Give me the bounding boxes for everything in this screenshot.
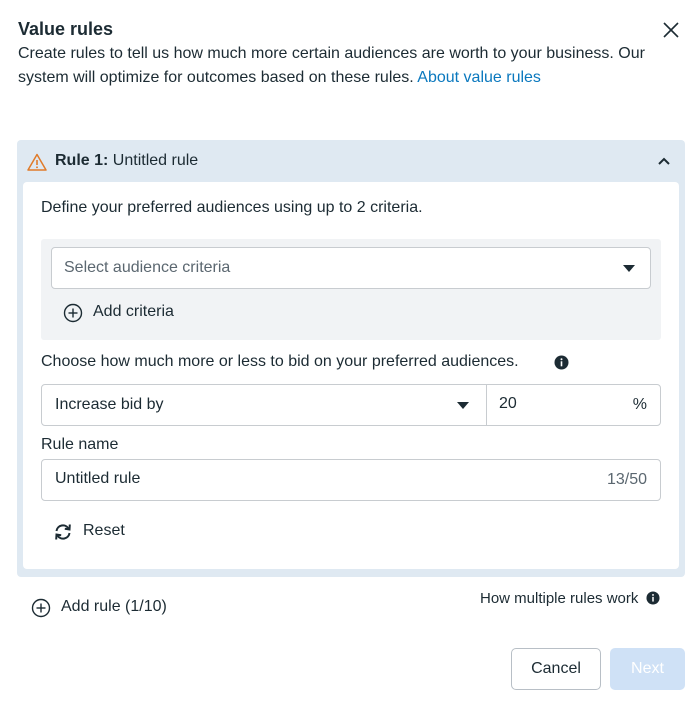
refresh-icon [55, 524, 71, 540]
chevron-up-icon[interactable] [657, 154, 671, 168]
percent-unit: % [632, 396, 647, 413]
rule-header[interactable]: Rule 1: Untitled rule [17, 140, 685, 182]
about-value-rules-link[interactable]: About value rules [417, 69, 541, 86]
bid-percentage-input[interactable] [499, 395, 619, 413]
plus-circle-icon [31, 598, 51, 618]
caret-down-icon [457, 402, 469, 409]
rule-body: Define your preferred audiences using up… [23, 182, 679, 569]
close-icon[interactable] [660, 19, 682, 41]
reset-label: Reset [83, 522, 125, 539]
caret-down-icon [623, 265, 635, 272]
rule-number: Rule 1: [55, 152, 109, 169]
rule-title: Rule 1: Untitled rule [55, 152, 198, 170]
info-icon[interactable] [554, 355, 569, 370]
bid-direction-value: Increase bid by [55, 396, 164, 413]
rule-card: Rule 1: Untitled rule Define your prefer… [17, 140, 685, 577]
bid-percentage-field: % [486, 384, 661, 426]
rule-name-char-count: 13/50 [606, 471, 647, 488]
bid-direction-select[interactable]: Increase bid by [41, 384, 487, 426]
how-multiple-rules-work-link[interactable]: How multiple rules work [480, 590, 660, 607]
dialog-title: Value rules [18, 19, 114, 39]
criteria-instruction: Define your preferred audiences using up… [41, 199, 423, 216]
add-rule-label: Add rule (1/10) [61, 598, 167, 615]
rule-name-field: 13/50 [41, 459, 661, 501]
how-multiple-rules-work-label: How multiple rules work [480, 590, 639, 607]
cancel-button[interactable]: Cancel [511, 648, 601, 690]
add-rule-button[interactable]: Add rule (1/10) [31, 596, 181, 620]
reset-button[interactable]: Reset [53, 520, 143, 544]
rule-name-label: Rule name [41, 436, 119, 453]
rule-name: Untitled rule [112, 152, 199, 169]
rule-name-input[interactable] [55, 470, 555, 488]
dialog-description: Create rules to tell us how much more ce… [18, 42, 658, 90]
add-criteria-button[interactable]: Add criteria [63, 301, 193, 325]
bid-instruction: Choose how much more or less to bid on y… [41, 353, 519, 370]
info-icon [646, 591, 660, 605]
next-button[interactable]: Next [610, 648, 685, 690]
audience-criteria-placeholder: Select audience criteria [64, 259, 231, 276]
description-text: Create rules to tell us how much more ce… [18, 45, 645, 86]
audience-criteria-select[interactable]: Select audience criteria [51, 247, 651, 289]
warning-icon [27, 153, 47, 171]
plus-circle-icon [63, 303, 83, 323]
criteria-box: Select audience criteria Add criteria [41, 239, 661, 340]
add-criteria-label: Add criteria [93, 303, 174, 320]
